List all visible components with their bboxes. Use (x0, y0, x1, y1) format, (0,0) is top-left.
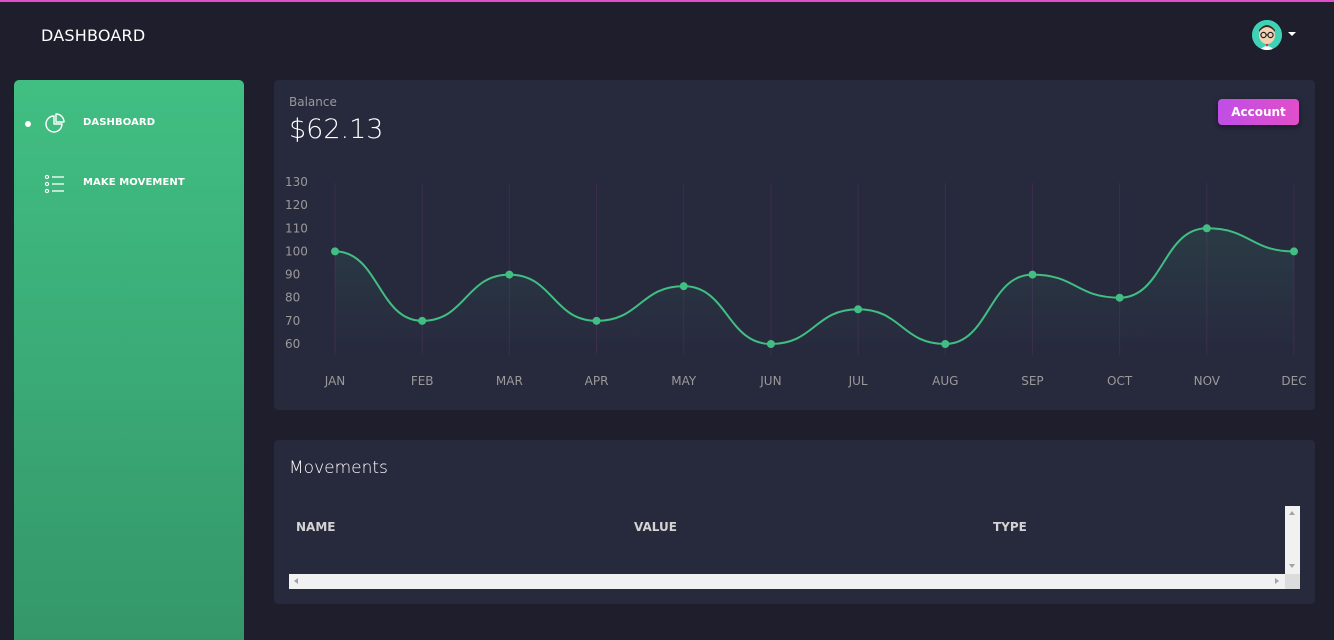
data-point[interactable] (766, 340, 775, 348)
scroll-down-icon[interactable] (1289, 564, 1295, 568)
scroll-left-icon[interactable] (294, 578, 298, 584)
x-tick-label: MAY (671, 374, 697, 388)
series-area (335, 228, 1294, 355)
data-point[interactable] (418, 316, 427, 325)
movements-title: Movements (289, 458, 388, 478)
sidebar-item-label: MAKE MOVEMENT (83, 177, 185, 188)
column-header-name: NAME (296, 520, 336, 534)
y-tick-label: 120 (285, 198, 308, 212)
scroll-right-icon[interactable] (1275, 578, 1279, 584)
x-tick-label: FEB (411, 374, 434, 388)
scroll-up-icon[interactable] (1289, 511, 1295, 515)
x-tick-label: OCT (1107, 374, 1133, 388)
x-tick-label: DEC (1281, 374, 1306, 388)
balance-line-chart: 130 120 110 100 90 80 70 60 JAN FEB MAR APR MAY JUN JU… (285, 175, 1307, 388)
movements-table[interactable]: NAME VALUE TYPE (289, 506, 1300, 589)
data-point[interactable] (1028, 270, 1037, 279)
avatar[interactable] (1252, 20, 1282, 50)
x-tick-label: JUN (759, 374, 781, 388)
data-point[interactable] (854, 305, 863, 314)
x-tick-label: NOV (1194, 374, 1221, 388)
data-point[interactable] (505, 270, 514, 279)
sidebar-item-make-movement[interactable]: MAKE MOVEMENT (14, 164, 244, 204)
data-point[interactable] (592, 316, 601, 325)
top-accent-bar (0, 0, 1334, 2)
vertical-scrollbar[interactable] (1285, 506, 1300, 574)
y-tick-label: 90 (285, 268, 300, 282)
column-header-value: VALUE (634, 520, 677, 534)
y-tick-label: 130 (285, 175, 308, 189)
data-point[interactable] (1290, 247, 1298, 256)
column-header-type: TYPE (993, 520, 1027, 534)
list-icon (44, 174, 64, 194)
y-tick-label: 100 (285, 244, 308, 258)
sidebar-item-label: DASHBOARD (83, 117, 156, 128)
y-tick-label: 60 (285, 337, 300, 351)
sidebar: DASHBOARD MAKE MOVEMENT (14, 80, 244, 640)
x-tick-label: JUL (848, 374, 868, 388)
sidebar-item-dashboard[interactable]: DASHBOARD (14, 104, 244, 144)
data-point[interactable] (1115, 293, 1124, 302)
x-tick-label: APR (585, 374, 609, 388)
y-tick-label: 80 (285, 291, 300, 305)
x-tick-label: SEP (1021, 374, 1043, 388)
data-point[interactable] (331, 247, 339, 256)
y-tick-label: 70 (285, 314, 300, 328)
user-menu[interactable] (1252, 20, 1298, 50)
x-tick-label: MAR (496, 374, 523, 388)
scrollbar-corner (1285, 574, 1300, 589)
page-title: DASHBOARD (41, 26, 146, 45)
table-header-row: NAME VALUE TYPE (289, 506, 1285, 574)
horizontal-scrollbar[interactable] (289, 574, 1285, 589)
balance-card: 130 120 110 100 90 80 70 60 JAN FEB MAR APR MAY JUN JU… (274, 80, 1315, 410)
x-tick-label: AUG (932, 374, 958, 388)
x-tick-label: JAN (324, 374, 346, 388)
balance-label: Balance (289, 95, 337, 109)
active-indicator (25, 121, 31, 127)
data-point[interactable] (1202, 224, 1211, 233)
movements-card: Movements NAME VALUE TYPE (274, 440, 1315, 604)
y-tick-label: 110 (285, 221, 308, 235)
chevron-down-icon[interactable] (1288, 32, 1296, 36)
balance-value: $62.13 (289, 114, 384, 145)
account-button[interactable]: Account (1218, 99, 1299, 125)
pie-chart-icon (45, 113, 65, 133)
data-point[interactable] (679, 282, 688, 291)
data-point[interactable] (941, 340, 950, 348)
